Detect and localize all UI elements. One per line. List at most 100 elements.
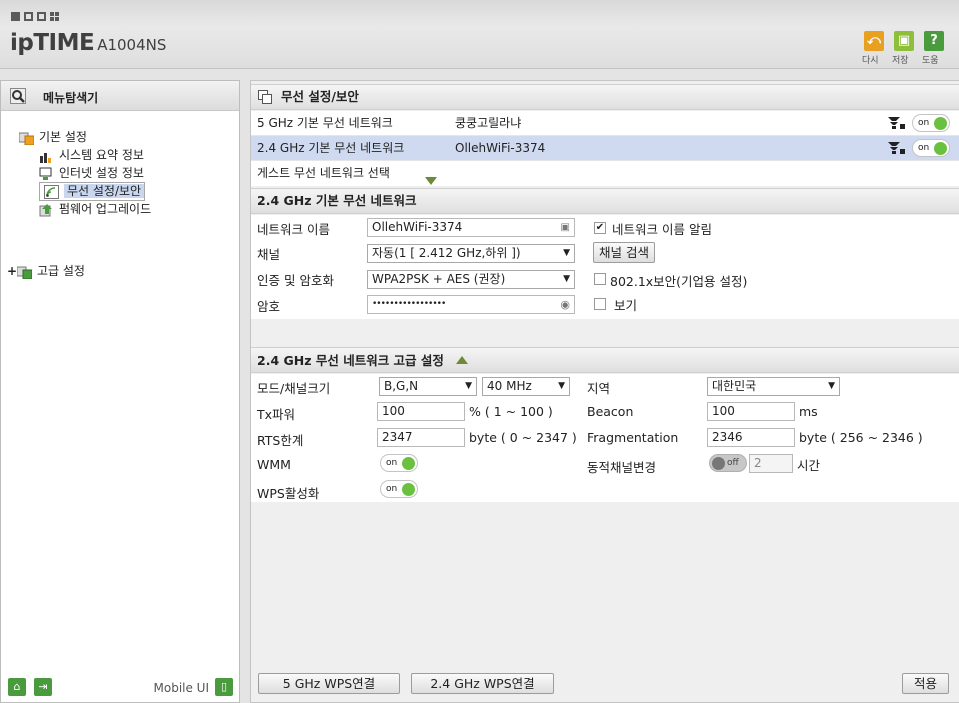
rts-input[interactable]: 2347	[377, 428, 465, 447]
channel-scan-button[interactable]: 채널 검색	[593, 242, 655, 263]
network-name-input[interactable]: OllehWiFi-3374 ▣	[367, 218, 575, 237]
reload-button[interactable]: ⤺ 다시	[862, 31, 886, 66]
network-computer-icon	[39, 167, 52, 180]
mobile-ui-button[interactable]: ▯	[215, 678, 233, 696]
fragmentation-unit: byte ( 256 ~ 2346 )	[799, 430, 923, 445]
eye-icon[interactable]: ◉	[560, 296, 570, 313]
region-value: 대한민국	[712, 379, 757, 393]
chevron-down-icon: ▼	[563, 274, 570, 284]
folder-settings-icon	[17, 266, 32, 279]
region-select[interactable]: 대한민국 ▼	[707, 377, 840, 396]
channel-value: 자동(1 [ 2.412 GHz,하위 ])	[372, 246, 521, 260]
header-bar: ipTIME A1004NS ⤺ 다시 ▣ 저장 ? 도움	[0, 0, 959, 69]
filter-lock-icon[interactable]	[888, 116, 906, 130]
tx-power-input[interactable]: 100	[377, 402, 465, 421]
auth-encryption-value: WPA2PSK + AES (권장)	[372, 272, 506, 286]
dot1x-label: 802.1x보안(기업용 설정)	[610, 274, 748, 289]
beacon-input[interactable]: 100	[707, 402, 795, 421]
broadcast-name-checkbox[interactable]: ✔	[594, 222, 606, 234]
network-5ghz-toggle[interactable]: on	[912, 114, 950, 132]
logo-square-icon	[37, 12, 46, 21]
mode-value: B,G,N	[384, 379, 419, 393]
password-input[interactable]: ••••••••••••••••• ◉	[367, 295, 575, 314]
tx-power-unit: % ( 1 ~ 100 )	[469, 404, 553, 419]
guest-network-label: 게스트 무선 네트워크 선택	[257, 166, 390, 180]
network-row-24ghz[interactable]: 2.4 GHz 기본 무선 네트워크 OllehWiFi-3374 on	[251, 136, 959, 161]
help-button[interactable]: ? 도움	[922, 31, 946, 66]
show-password-checkbox[interactable]	[594, 298, 606, 310]
chevron-down-icon: ▼	[563, 248, 570, 258]
dynamic-channel-hours-input[interactable]: 2	[749, 454, 793, 473]
sidebar-item-system-summary[interactable]: 시스템 요약 정보	[39, 146, 144, 164]
model-name: A1004NS	[97, 36, 167, 54]
save-label: 저장	[892, 56, 909, 66]
sidebar-item-label: 무선 설정/보안	[64, 184, 145, 198]
save-button[interactable]: ▣ 저장	[892, 31, 916, 66]
basic-section-title: 2.4 GHz 기본 무선 네트워크	[257, 193, 417, 208]
network-band-label: 2.4 GHz 기본 무선 네트워크	[257, 141, 405, 155]
basic-settings-form: 네트워크 이름 OllehWiFi-3374 ▣ ✔ 네트워크 이름 알림 채널…	[251, 215, 959, 319]
beacon-label: Beacon	[587, 404, 634, 419]
sidebar-item-firmware-upgrade[interactable]: 펌웨어 업그레이드	[39, 200, 151, 218]
menu-explorer-panel: 메뉴탐색기 기본 설정 시스템 요약 정보 인터넷 설정 정보 무선 설정/보안…	[0, 80, 240, 703]
expand-plus-icon[interactable]: +	[7, 262, 17, 280]
keyboard-icon[interactable]: ▣	[561, 219, 570, 236]
channel-select[interactable]: 자동(1 [ 2.412 GHz,하위 ]) ▼	[367, 244, 575, 263]
fragmentation-label: Fragmentation	[587, 430, 679, 445]
tree-group-basic[interactable]: 기본 설정	[19, 128, 87, 146]
toggle-knob	[934, 117, 947, 130]
content-panel: 무선 설정/보안 5 GHz 기본 무선 네트워크 쿵쿵고릴라냐 on 2.4 …	[250, 80, 959, 703]
dot1x-checkbox[interactable]	[594, 273, 606, 285]
advanced-section-title: 2.4 GHz 무선 네트워크 고급 설정	[257, 353, 444, 368]
menu-explorer-footer: ⌂ ⇥ Mobile UI ▯	[1, 670, 239, 702]
tree-group-advanced[interactable]: + 고급 설정	[7, 262, 85, 280]
channel-width-select[interactable]: 40 MHz ▼	[482, 377, 570, 396]
basic-section-header: 2.4 GHz 기본 무선 네트워크	[251, 188, 959, 214]
filter-lock-icon[interactable]	[888, 141, 906, 155]
network-name-label: 네트워크 이름	[257, 222, 330, 237]
chevron-down-icon: ▼	[828, 381, 835, 391]
firmware-upgrade-icon	[39, 203, 52, 216]
broadcast-name-label: 네트워크 이름 알림	[612, 222, 712, 237]
wps-toggle[interactable]: on	[380, 480, 418, 498]
help-icon: ?	[924, 31, 944, 51]
sidebar-item-internet-settings[interactable]: 인터넷 설정 정보	[39, 164, 144, 182]
advanced-settings-form: 모드/채널크기 B,G,N ▼ 40 MHz ▼ 지역 대한민국 ▼ Tx파워 100…	[251, 374, 959, 502]
auth-encryption-select[interactable]: WPA2PSK + AES (권장) ▼	[367, 270, 575, 289]
region-label: 지역	[587, 381, 611, 396]
home-icon: ⌂	[13, 680, 21, 693]
toggle-text: off	[727, 458, 739, 468]
logout-button[interactable]: ⇥	[34, 678, 52, 696]
wmm-toggle[interactable]: on	[380, 454, 418, 472]
home-button[interactable]: ⌂	[8, 678, 26, 696]
mobile-phone-icon: ▯	[220, 680, 228, 693]
apply-button[interactable]: 적용	[902, 673, 949, 694]
network-24ghz-toggle[interactable]: on	[912, 139, 950, 157]
chevron-down-icon: ▼	[465, 381, 472, 391]
dynamic-channel-toggle[interactable]: off	[709, 454, 747, 472]
mode-label: 모드/채널크기	[257, 381, 331, 396]
save-icon: ▣	[894, 31, 914, 51]
wireless-icon	[44, 184, 59, 199]
network-row-5ghz[interactable]: 5 GHz 기본 무선 네트워크 쿵쿵고릴라냐 on	[251, 111, 959, 136]
guest-network-selector[interactable]: 게스트 무선 네트워크 선택	[251, 161, 959, 186]
wps-5ghz-button[interactable]: 5 GHz WPS연결	[258, 673, 400, 694]
rts-label: RTS한계	[257, 433, 304, 448]
logo-square-icon	[11, 12, 20, 21]
menu-explorer-header: 메뉴탐색기	[1, 81, 239, 111]
wps-24ghz-button[interactable]: 2.4 GHz WPS연결	[411, 673, 554, 694]
sidebar-item-wireless-security[interactable]: 무선 설정/보안	[39, 182, 146, 201]
toggle-text: on	[918, 143, 930, 153]
help-label: 도움	[922, 56, 939, 66]
reload-icon: ⤺	[864, 31, 884, 51]
toggle-knob	[402, 457, 415, 470]
tree-group-basic-label: 기본 설정	[39, 130, 87, 144]
toggle-text: on	[386, 484, 398, 494]
page-title-bar: 무선 설정/보안	[251, 84, 959, 110]
page-title: 무선 설정/보안	[281, 89, 359, 104]
collapse-triangle-icon[interactable]	[456, 348, 469, 372]
mobile-ui-link[interactable]: Mobile UI	[154, 681, 210, 695]
mode-select[interactable]: B,G,N ▼	[379, 377, 477, 396]
fragmentation-input[interactable]: 2346	[707, 428, 795, 447]
toggle-text: on	[918, 118, 930, 128]
